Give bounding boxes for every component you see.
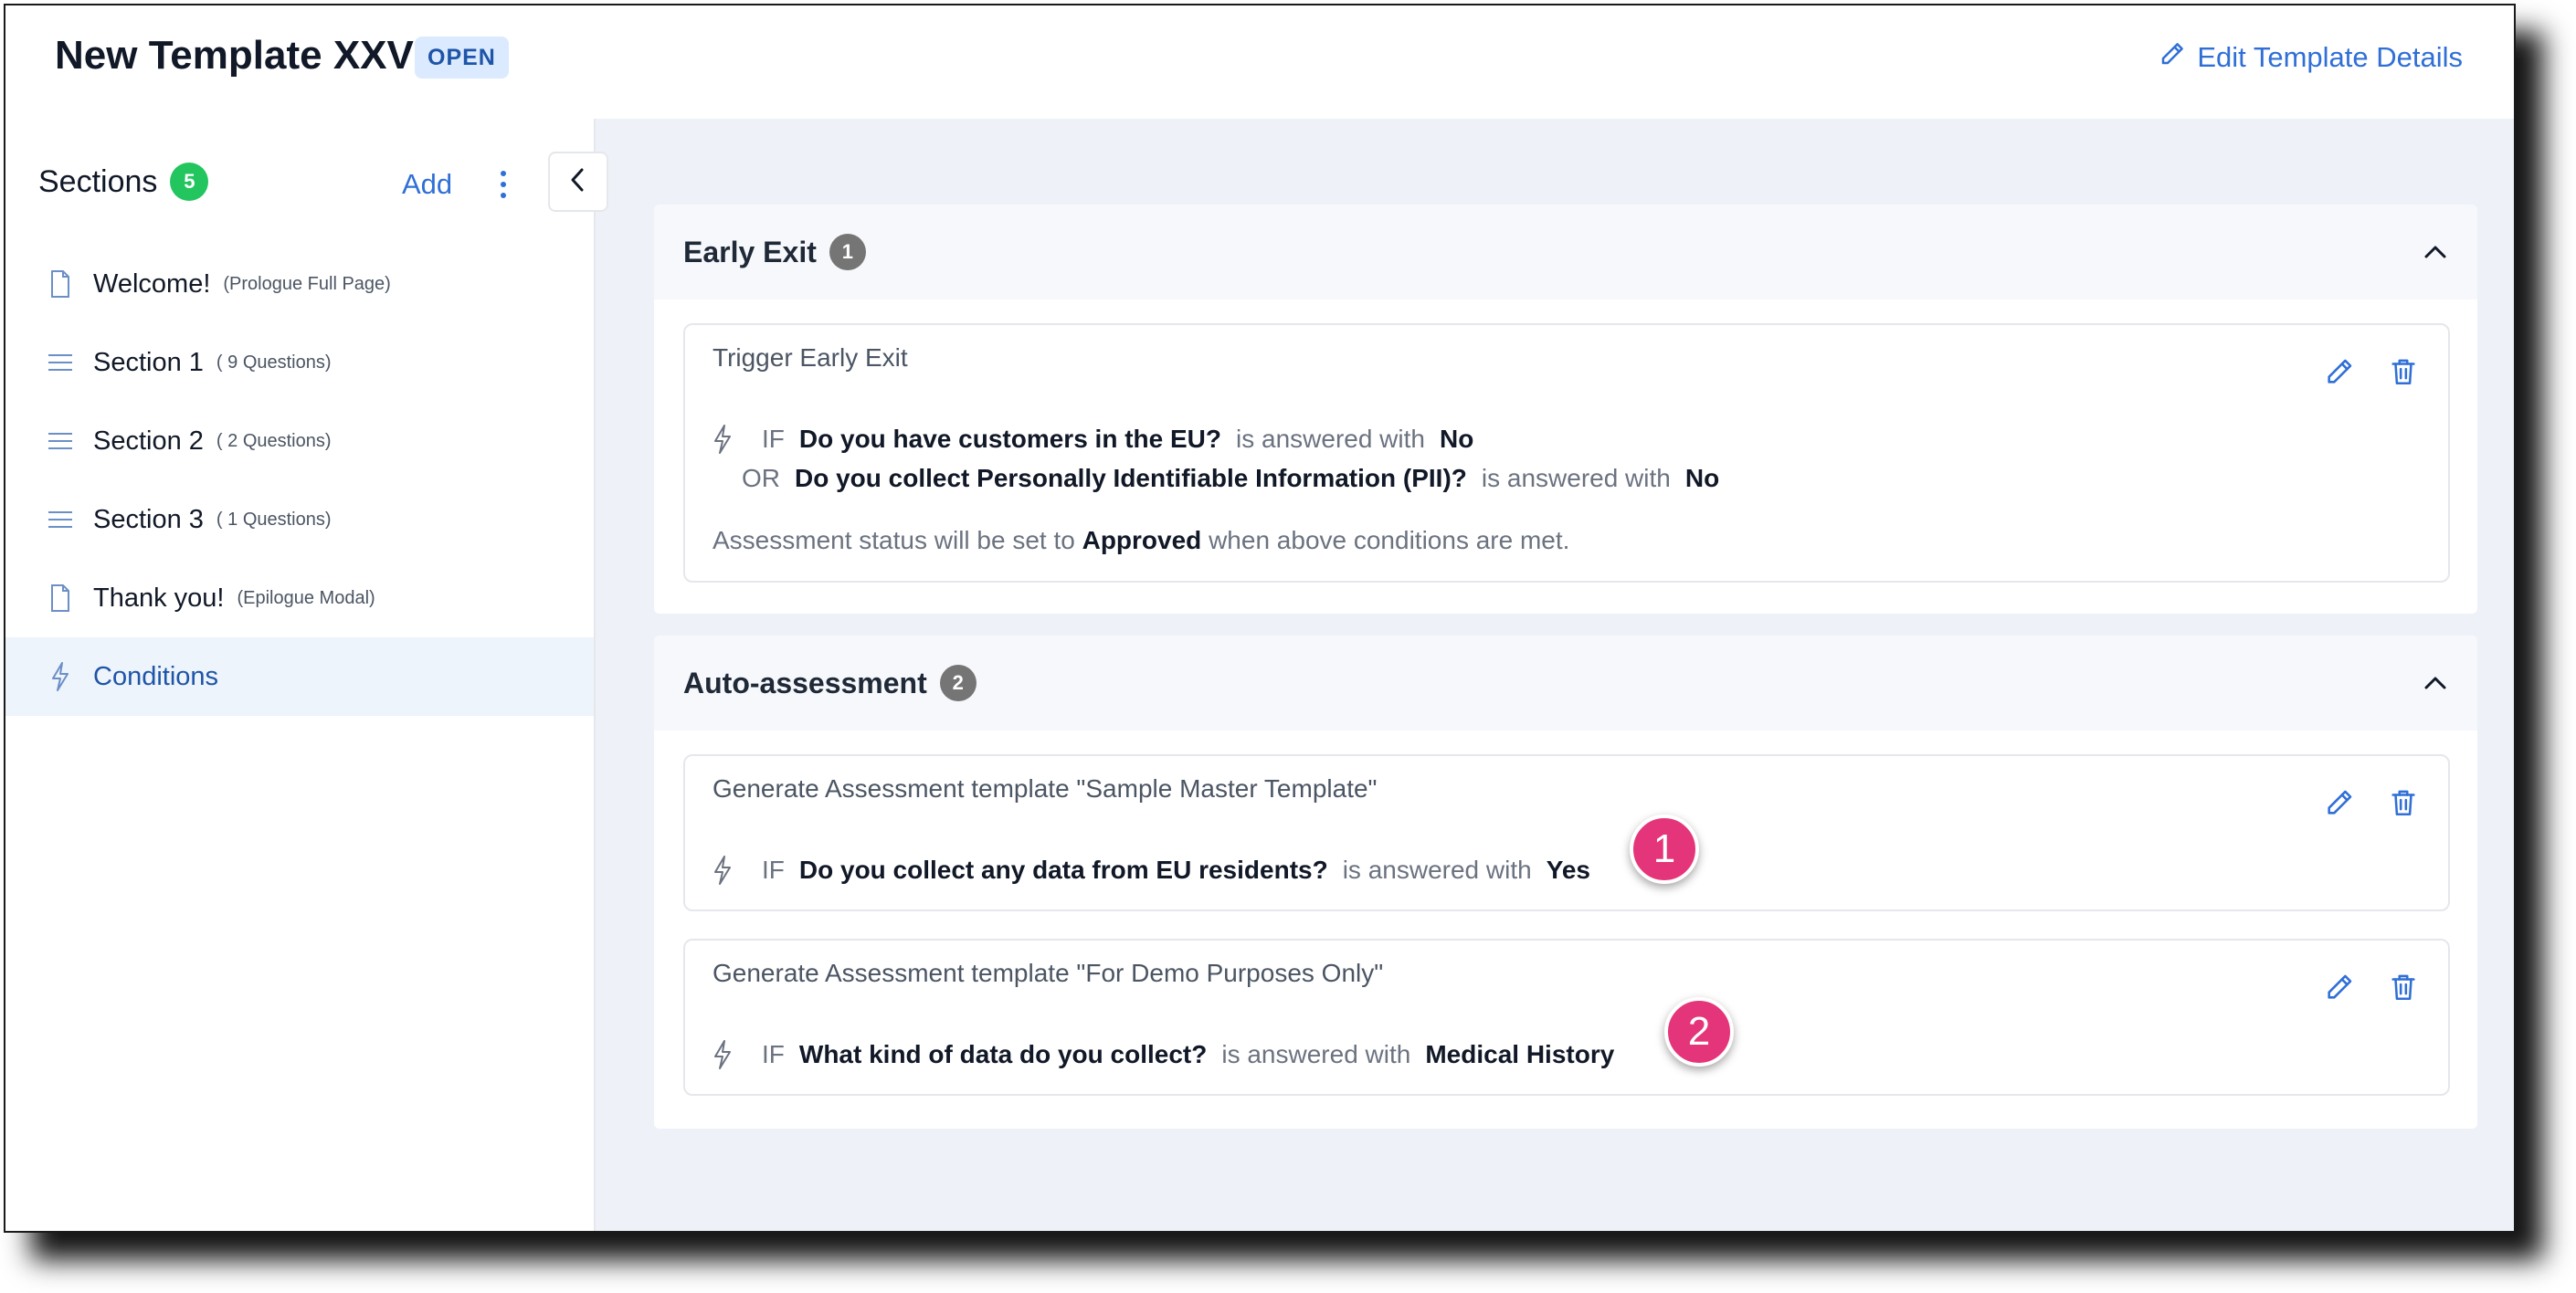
page-title: New Template XXV bbox=[55, 33, 414, 78]
auto-assessment-panel: Auto-assessment 2 Generate Assessment te… bbox=[654, 636, 2477, 1129]
chevron-up-icon[interactable] bbox=[2421, 237, 2450, 267]
answer-value: Medical History bbox=[1425, 1040, 1615, 1068]
edit-template-details-button[interactable]: Edit Template Details bbox=[2159, 40, 2463, 75]
operator-text: is answered with bbox=[1221, 1040, 1411, 1068]
early-exit-count-badge: 1 bbox=[829, 234, 866, 270]
lightning-icon bbox=[713, 855, 736, 886]
list-icon bbox=[46, 501, 75, 538]
sections-title: Sections bbox=[38, 163, 158, 199]
chevron-left-icon bbox=[567, 166, 589, 198]
app-window: New Template XXV OPEN Edit Template Deta… bbox=[4, 4, 2516, 1233]
lightning-icon bbox=[713, 1039, 736, 1070]
early-exit-header[interactable]: Early Exit 1 bbox=[654, 205, 2477, 300]
auto-assessment-count-badge: 2 bbox=[939, 665, 977, 701]
question-text: Do you collect any data from EU resident… bbox=[798, 856, 1328, 884]
card-title: Generate Assessment template "Sample Mas… bbox=[713, 774, 1378, 803]
card-title: Generate Assessment template "For Demo P… bbox=[713, 959, 1384, 987]
sections-heading: Sections 5 bbox=[38, 163, 209, 201]
lightning-icon bbox=[46, 658, 75, 695]
question-text: What kind of data do you collect? bbox=[798, 1040, 1208, 1068]
sidebar-item-sublabel: (Prologue Full Page) bbox=[223, 273, 391, 294]
list-icon bbox=[46, 344, 75, 381]
answer-value: Yes bbox=[1546, 856, 1590, 884]
card-actions bbox=[2324, 356, 2419, 387]
early-exit-card: Trigger Early Exit IF Do you have custom… bbox=[683, 323, 2450, 583]
card-actions bbox=[2324, 972, 2419, 1003]
edit-icon[interactable] bbox=[2324, 356, 2355, 387]
sidebar-item-sublabel: (Epilogue Modal) bbox=[237, 587, 375, 608]
edit-icon[interactable] bbox=[2324, 972, 2355, 1003]
list-icon bbox=[46, 423, 75, 459]
sidebar-item-thank-you[interactable]: Thank you! (Epilogue Modal) bbox=[5, 559, 594, 637]
trash-icon[interactable] bbox=[2388, 972, 2419, 1003]
sidebar-item-section-1[interactable]: Section 1 ( 9 Questions) bbox=[5, 323, 594, 402]
sidebar-item-conditions[interactable]: Conditions bbox=[5, 637, 594, 716]
operator-text: is answered with bbox=[1342, 856, 1532, 884]
card-title: Trigger Early Exit bbox=[713, 343, 908, 372]
trash-icon[interactable] bbox=[2388, 356, 2419, 387]
auto-assessment-card: Generate Assessment template "Sample Mas… bbox=[683, 754, 2450, 911]
sidebar-item-label: Thank you! bbox=[93, 583, 225, 613]
sidebar-item-label: Conditions bbox=[93, 661, 219, 691]
card-actions bbox=[2324, 787, 2419, 818]
auto-assessment-title: Auto-assessment bbox=[683, 666, 927, 699]
document-icon bbox=[46, 266, 75, 302]
if-keyword: IF bbox=[762, 856, 785, 884]
question-text: Do you have customers in the EU? bbox=[798, 425, 1221, 453]
add-section-button[interactable]: Add bbox=[402, 168, 452, 201]
answer-value: No bbox=[1684, 464, 1720, 492]
sidebar-item-label: Section 2 bbox=[93, 426, 204, 456]
sidebar-item-section-2[interactable]: Section 2 ( 2 Questions) bbox=[5, 402, 594, 480]
sections-list: Welcome! (Prologue Full Page) Section 1 … bbox=[5, 245, 594, 716]
sidebar-item-welcome[interactable]: Welcome! (Prologue Full Page) bbox=[5, 245, 594, 323]
or-keyword: OR bbox=[742, 464, 780, 492]
auto-assessment-header[interactable]: Auto-assessment 2 bbox=[654, 636, 2477, 731]
auto-assessment-card: Generate Assessment template "For Demo P… bbox=[683, 939, 2450, 1096]
lightning-icon bbox=[713, 424, 736, 455]
sidebar-item-sublabel: ( 2 Questions) bbox=[216, 430, 332, 451]
page-header: New Template XXV OPEN Edit Template Deta… bbox=[5, 5, 2514, 121]
condition-line: IF Do you have customers in the EU? is a… bbox=[713, 424, 1473, 455]
sidebar-item-sublabel: ( 9 Questions) bbox=[216, 352, 332, 373]
annotation-marker-1: 1 bbox=[1630, 815, 1699, 884]
conditions-main-area: Early Exit 1 Trigger Early Exit IF Do yo… bbox=[596, 119, 2514, 1231]
collapse-sidebar-button[interactable] bbox=[548, 152, 608, 212]
chevron-up-icon[interactable] bbox=[2421, 668, 2450, 698]
status-prefix: Assessment status will be set to bbox=[713, 526, 1075, 554]
trash-icon[interactable] bbox=[2388, 787, 2419, 818]
sections-count-badge: 5 bbox=[170, 163, 209, 201]
sections-sidebar: Sections 5 Add Welcome! (Prologue Full P… bbox=[5, 119, 596, 1231]
document-icon bbox=[46, 580, 75, 616]
early-exit-panel: Early Exit 1 Trigger Early Exit IF Do yo… bbox=[654, 205, 2477, 614]
status-value: Approved bbox=[1082, 526, 1202, 554]
status-message: Assessment status will be set to Approve… bbox=[713, 526, 1569, 555]
sidebar-item-label: Section 1 bbox=[93, 347, 204, 377]
if-keyword: IF bbox=[762, 1040, 785, 1068]
status-badge: OPEN bbox=[415, 37, 509, 79]
operator-text: is answered with bbox=[1481, 464, 1671, 492]
question-text: Do you collect Personally Identifiable I… bbox=[795, 464, 1467, 492]
more-options-icon[interactable] bbox=[490, 166, 517, 203]
early-exit-title: Early Exit bbox=[683, 235, 817, 268]
sidebar-item-section-3[interactable]: Section 3 ( 1 Questions) bbox=[5, 480, 594, 559]
status-suffix: when above conditions are met. bbox=[1209, 526, 1570, 554]
sidebar-item-sublabel: ( 1 Questions) bbox=[216, 509, 332, 530]
annotation-marker-2: 2 bbox=[1664, 997, 1734, 1067]
answer-value: No bbox=[1439, 425, 1474, 453]
condition-line: IF What kind of data do you collect? is … bbox=[713, 1039, 1614, 1070]
pencil-icon bbox=[2159, 40, 2186, 75]
edit-template-details-label: Edit Template Details bbox=[2197, 41, 2463, 73]
edit-icon[interactable] bbox=[2324, 787, 2355, 818]
condition-line: IF Do you collect any data from EU resid… bbox=[713, 855, 1590, 886]
if-keyword: IF bbox=[762, 425, 785, 453]
sidebar-item-label: Section 3 bbox=[93, 504, 204, 534]
sidebar-item-label: Welcome! bbox=[93, 268, 211, 299]
operator-text: is answered with bbox=[1236, 425, 1425, 453]
condition-line: OR Do you collect Personally Identifiabl… bbox=[742, 464, 1719, 493]
